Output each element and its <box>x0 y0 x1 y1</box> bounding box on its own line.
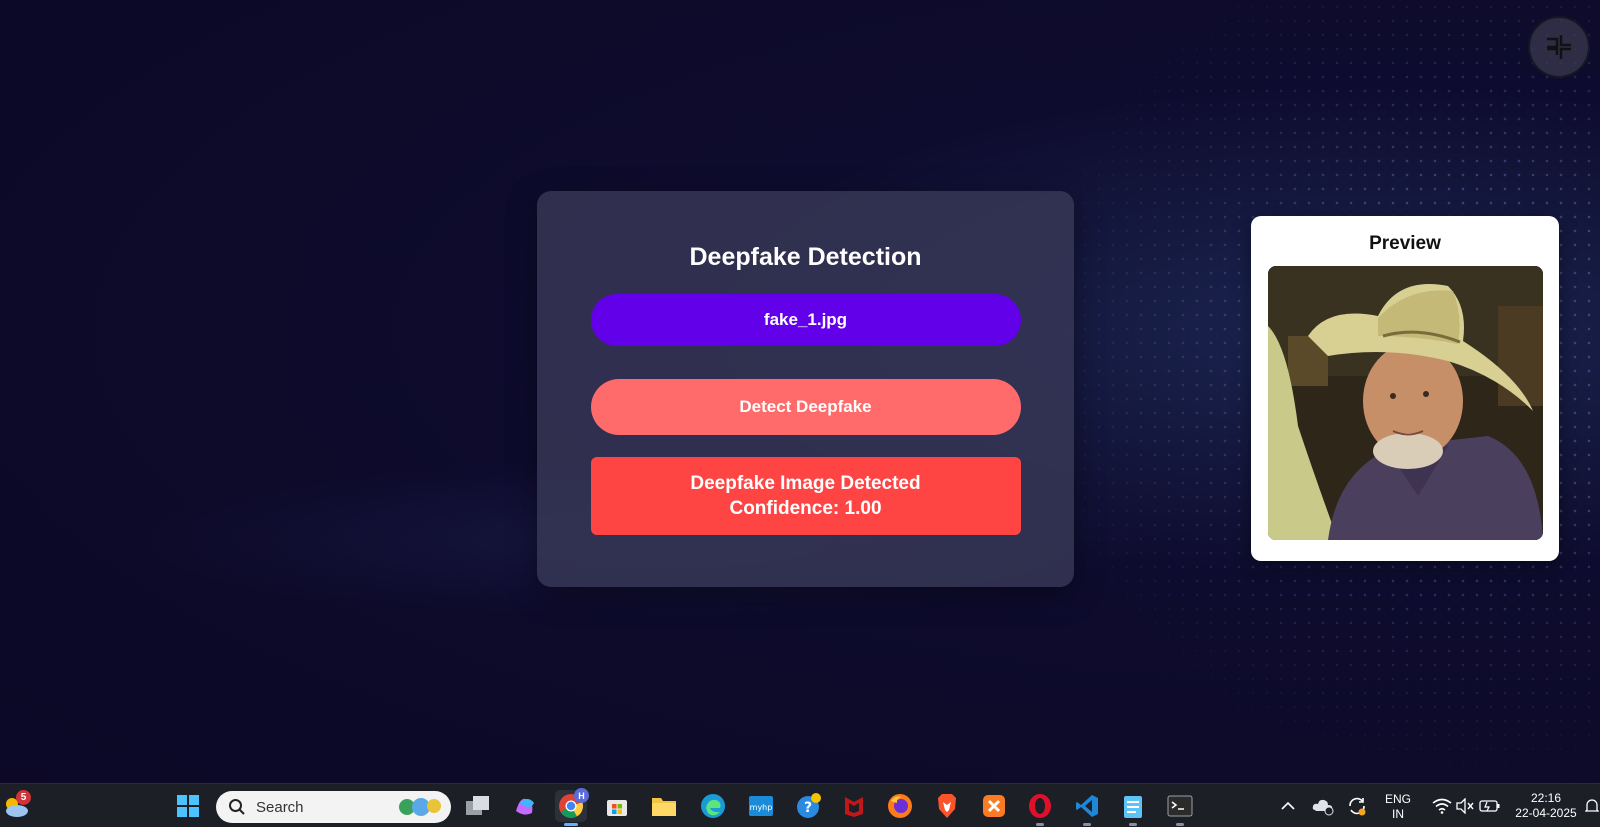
onedrive-icon[interactable] <box>1307 790 1339 822</box>
firefox-icon[interactable] <box>884 790 916 822</box>
detection-card: Deepfake Detection fake_1.jpg Detect Dee… <box>537 191 1074 587</box>
opera-icon[interactable] <box>1024 790 1056 826</box>
battery-icon[interactable] <box>1474 790 1506 822</box>
svg-text:myhp: myhp <box>750 803 773 812</box>
show-hidden-icons-chevron-icon[interactable] <box>1272 790 1304 822</box>
card-title: Deepfake Detection <box>689 243 922 271</box>
notification-bell-icon[interactable] <box>1584 790 1600 822</box>
result-box: Deepfake Image Detected Confidence: 1.00 <box>590 457 1021 535</box>
search-highlight-icon <box>399 798 441 816</box>
language-indicator[interactable]: ENG IN <box>1383 792 1413 822</box>
chrome-profile-badge: H <box>574 788 589 803</box>
search-input[interactable]: Search <box>216 791 451 823</box>
taskbar: 5 Search H myhp ? ENG IN 22:16 22-04-202… <box>0 783 1600 827</box>
mcafee-icon[interactable] <box>838 790 870 822</box>
start-icon[interactable] <box>172 790 204 822</box>
clock-time: 22:16 <box>1530 791 1562 805</box>
preview-panel: Preview <box>1251 216 1559 561</box>
vscode-icon[interactable] <box>1071 790 1103 826</box>
terminal-icon[interactable] <box>1164 790 1196 826</box>
file-upload-button[interactable]: fake_1.jpg <box>590 294 1021 346</box>
region-label: IN <box>1392 807 1404 821</box>
task-view-icon[interactable] <box>462 790 494 822</box>
result-status: Deepfake Image Detected <box>690 473 921 494</box>
corner-logo-icon[interactable] <box>1528 16 1590 78</box>
running-indicator <box>1176 823 1184 826</box>
store-icon[interactable] <box>601 790 633 822</box>
chrome-icon[interactable]: H <box>555 788 589 826</box>
edge-icon[interactable] <box>697 790 729 822</box>
running-indicator <box>1036 823 1044 826</box>
active-indicator <box>564 823 578 826</box>
myhp-icon[interactable]: myhp <box>745 790 777 822</box>
file-explorer-icon[interactable] <box>648 790 680 822</box>
notepad-icon[interactable] <box>1117 790 1149 826</box>
sync-icon[interactable] <box>1341 790 1373 822</box>
clock-date: 22-04-2025 <box>1515 806 1577 820</box>
copilot-icon[interactable] <box>509 790 541 822</box>
notification-badge: 5 <box>16 790 31 805</box>
detect-deepfake-button[interactable]: Detect Deepfake <box>590 379 1021 435</box>
help-icon[interactable]: ? <box>793 790 825 822</box>
preview-image <box>1267 266 1543 540</box>
running-indicator <box>1129 823 1137 826</box>
result-confidence: Confidence: 1.00 <box>729 498 882 519</box>
weather-widget[interactable]: 5 <box>2 790 32 820</box>
xampp-icon[interactable] <box>978 790 1010 822</box>
language-label: ENG <box>1384 792 1411 806</box>
preview-title: Preview <box>1369 233 1441 254</box>
running-indicator <box>1083 823 1091 826</box>
svg-text:?: ? <box>804 800 812 816</box>
clock[interactable]: 22:16 22-04-2025 <box>1508 791 1584 821</box>
brave-icon[interactable] <box>931 790 963 822</box>
search-icon <box>229 799 245 815</box>
search-placeholder: Search <box>256 798 304 816</box>
